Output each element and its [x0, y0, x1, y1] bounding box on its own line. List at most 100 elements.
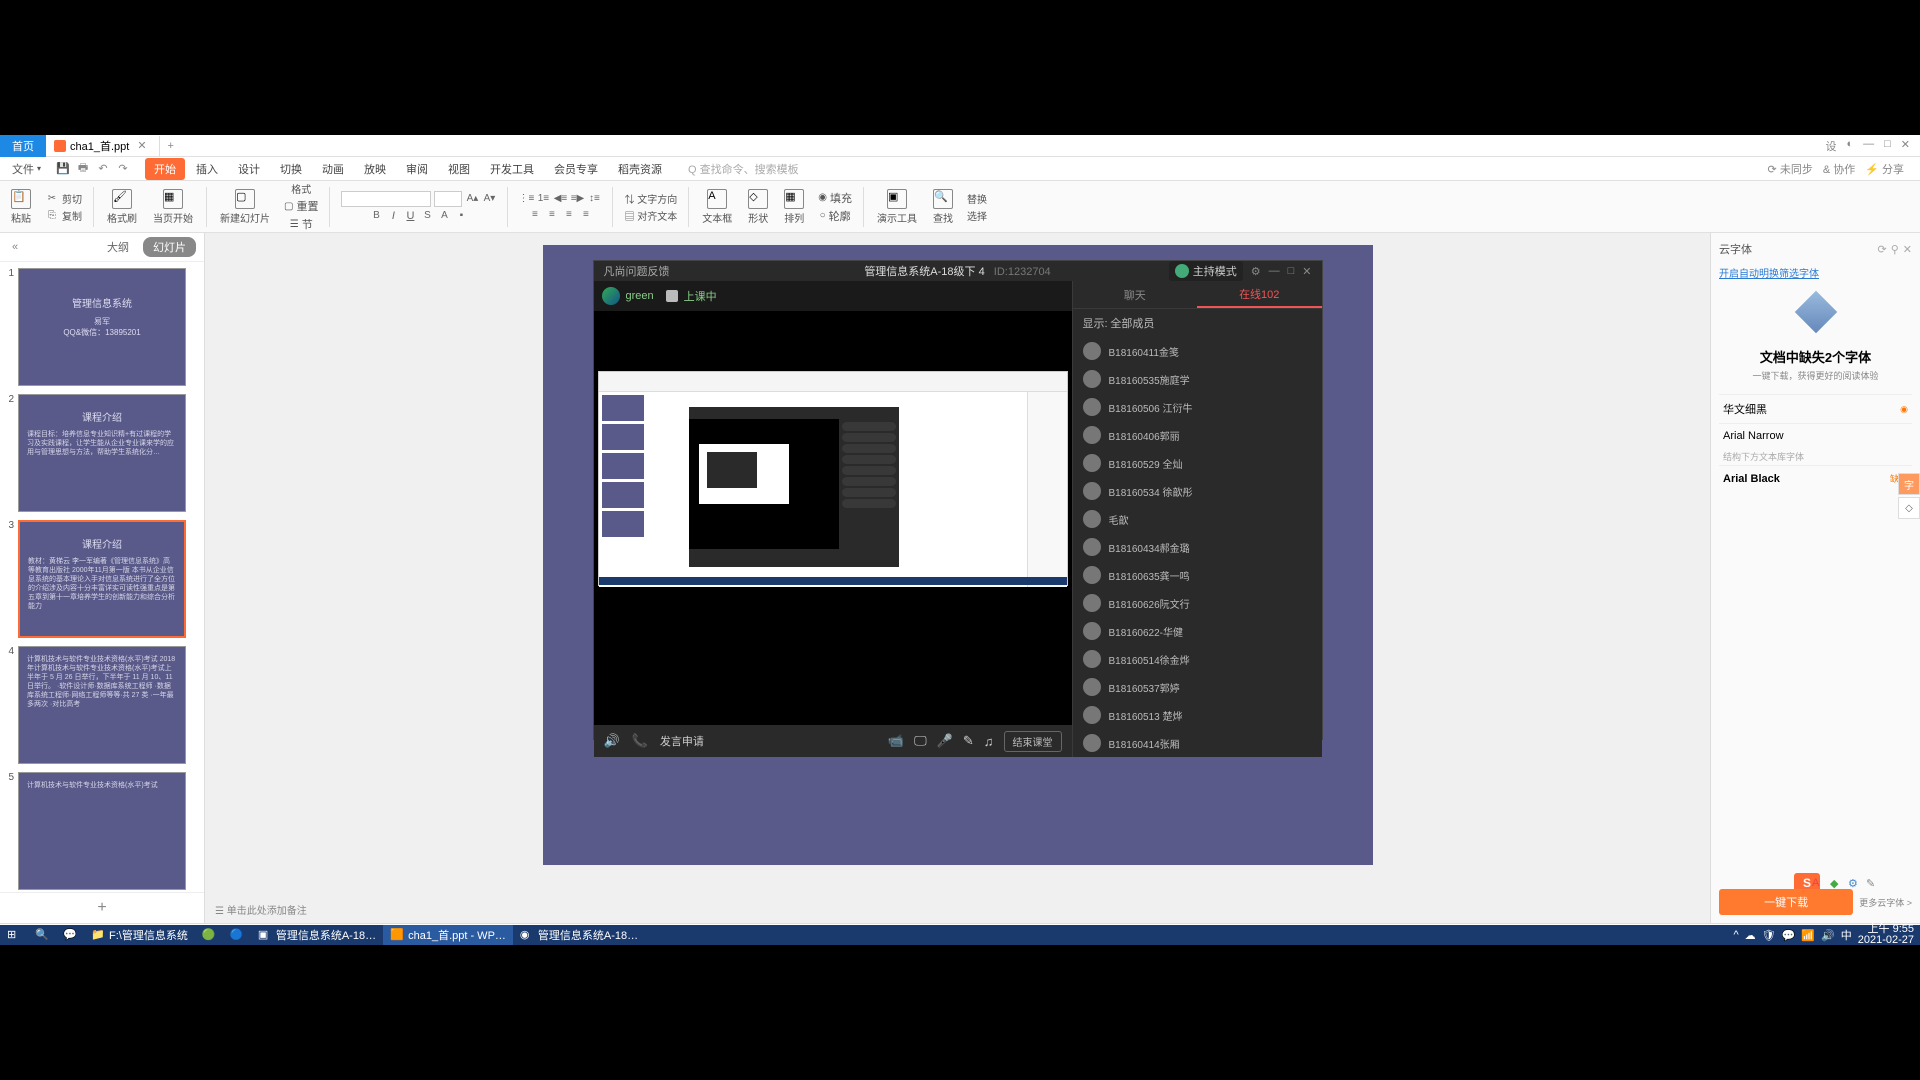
align-left-icon[interactable]: ≡ [528, 208, 542, 222]
settings-icon[interactable]: 设 [1825, 138, 1836, 154]
close-tab-icon[interactable]: ✕ [133, 139, 150, 152]
line-space-icon[interactable]: ↕≡ [587, 192, 601, 206]
menu-tab-会员专享[interactable]: 会员专享 [545, 158, 607, 180]
close-panel-icon[interactable]: ✕ [1903, 243, 1912, 256]
menu-tab-动画[interactable]: 动画 [313, 158, 353, 180]
coop-button[interactable]: & 协作 [1823, 161, 1855, 177]
minimize-icon[interactable]: — [1863, 138, 1874, 154]
replace-button[interactable]: 替换 [967, 191, 987, 206]
menu-tab-插入[interactable]: 插入 [187, 158, 227, 180]
menu-tab-开发工具[interactable]: 开发工具 [481, 158, 543, 180]
copy-icon[interactable]: ⎘ [45, 208, 59, 222]
redo-icon[interactable]: ↷ [115, 161, 131, 177]
paste-button[interactable]: 📋粘贴 [6, 187, 36, 227]
screen-icon[interactable]: 🖵 [914, 733, 927, 749]
justify-icon[interactable]: ≡ [579, 208, 593, 222]
reset-button[interactable]: ▢ 重置 [284, 198, 318, 214]
mic-icon[interactable]: 🎤 [937, 733, 953, 749]
member-item[interactable]: 毛歆 [1073, 505, 1322, 533]
taskbar-item[interactable]: 🔵 [223, 925, 251, 945]
outline-button[interactable]: ○ 轮廓 [820, 208, 851, 224]
member-item[interactable]: B18160622-华健 [1073, 617, 1322, 645]
print-icon[interactable]: 🖶 [75, 161, 91, 177]
tray-chevron-icon[interactable]: ^ [1733, 929, 1738, 941]
slide-thumb[interactable]: 2课程介绍课程目标：培养信息专业知识精+有过课程的学习及实践课程，让学生能从企业… [4, 394, 200, 512]
menu-tab-开始[interactable]: 开始 [145, 158, 185, 180]
music-icon[interactable]: ♫ [984, 734, 994, 749]
taskbar-item[interactable]: ▣管理信息系统A-18… [251, 925, 383, 945]
close-icon[interactable]: ✕ [1901, 138, 1910, 154]
taskbar-item[interactable]: 🟧cha1_首.ppt - WP… [383, 925, 513, 945]
speaker-icon[interactable]: 🔊 [604, 733, 620, 749]
tray-ime-icon[interactable]: 中 [1841, 927, 1852, 943]
member-item[interactable]: B18160411金笺 [1073, 337, 1322, 365]
file-menu[interactable]: 文件 ▾ [6, 159, 47, 179]
member-item[interactable]: B18160635龚一鸣 [1073, 561, 1322, 589]
bold-icon[interactable]: B [369, 209, 383, 223]
tray-wechat-icon[interactable]: 💬 [1782, 929, 1796, 942]
menu-tab-放映[interactable]: 放映 [355, 158, 395, 180]
menu-tab-视图[interactable]: 视图 [439, 158, 479, 180]
video-icon[interactable]: 📹 [888, 733, 904, 749]
search-input[interactable]: Q 查找命令、搜索模板 [688, 161, 799, 177]
taskbar-item[interactable]: 🔍 [28, 925, 56, 945]
slide[interactable]: 凡尚问题反馈 管理信息系统A-18级下 4 ID:1232704 主持模式 ⚙ … [543, 245, 1373, 865]
member-filter[interactable]: 显示: 全部成员 [1073, 309, 1322, 337]
more-fonts-link[interactable]: 更多云字体 > [1859, 896, 1912, 909]
online-tab[interactable]: 在线102 [1197, 281, 1322, 308]
slides-tab[interactable]: 幻灯片 [143, 237, 196, 257]
align-right-icon[interactable]: ≡ [562, 208, 576, 222]
fill-button[interactable]: ◉ 填充 [818, 190, 852, 206]
slide-thumb[interactable]: 3课程介绍教材：黄梯云 李一军编著《管理信息系统》高等教育出版社 2000年11… [4, 520, 200, 638]
tray-net-icon[interactable]: 📶 [1801, 929, 1815, 942]
vtab-font[interactable]: 字 [1898, 473, 1920, 495]
collapse-icon[interactable]: « [8, 241, 22, 253]
home-tab[interactable]: 首页 [0, 135, 46, 157]
undo-icon[interactable]: ↶ [95, 161, 111, 177]
taskbar-item[interactable]: 🟢 [195, 925, 223, 945]
slide-thumb[interactable]: 1管理信息系统易军QQ&微信：13895201 [4, 268, 200, 386]
inc-font-icon[interactable]: A▴ [465, 192, 479, 206]
member-item[interactable]: B18160434郝金璐 [1073, 533, 1322, 561]
phone-icon[interactable]: 📞 [632, 733, 648, 749]
minimize-icon[interactable]: — [1269, 265, 1280, 277]
member-item[interactable]: B18160414张厢 [1073, 729, 1322, 757]
arrange-button[interactable]: ▦排列 [779, 187, 809, 227]
sync-button[interactable]: ⟳ 未同步 [1768, 161, 1813, 177]
dec-font-icon[interactable]: A▾ [482, 192, 496, 206]
taskbar-item[interactable]: ⊞ [0, 925, 28, 945]
add-slide-button[interactable]: + [0, 892, 204, 923]
taskbar-item[interactable]: ◉管理信息系统A-18… [513, 925, 645, 945]
member-item[interactable]: B18160514徐金烨 [1073, 645, 1322, 673]
member-item[interactable]: B18160529 全灿 [1073, 449, 1322, 477]
section-button[interactable]: ☰ 节 [290, 216, 313, 232]
taskbar-item[interactable]: 💬 [56, 925, 84, 945]
textbox-button[interactable]: A文本框 [697, 187, 737, 227]
notes-placeholder[interactable]: ☰ 单击此处添加备注 [215, 902, 307, 917]
strike-icon[interactable]: S [420, 209, 434, 223]
menu-tab-设计[interactable]: 设计 [229, 158, 269, 180]
user-icon[interactable]: ◐ [1846, 138, 1853, 154]
outline-tab[interactable]: 大纲 [101, 237, 135, 257]
layout-button[interactable]: ▦当页开始 [148, 187, 198, 227]
chat-tab[interactable]: 聊天 [1073, 281, 1198, 308]
font-item[interactable]: 华文细黑◉ [1719, 394, 1912, 423]
close-icon[interactable]: ✕ [1302, 265, 1311, 278]
member-item[interactable]: B18160406郭丽 [1073, 421, 1322, 449]
slide-thumb[interactable]: 5计算机技术与软件专业技术资格(水平)考试 [4, 772, 200, 890]
leave-button[interactable]: 结束课堂 [1004, 731, 1062, 752]
menu-tab-切换[interactable]: 切换 [271, 158, 311, 180]
font-item[interactable]: Arial Narrow [1719, 423, 1912, 448]
indent-dec-icon[interactable]: ◀≡ [553, 192, 567, 206]
tray-cloud-icon[interactable]: ☁ [1745, 929, 1756, 942]
indent-inc-icon[interactable]: ≡▶ [570, 192, 584, 206]
menu-tab-审阅[interactable]: 审阅 [397, 158, 437, 180]
member-item[interactable]: B18160534 徐歆彤 [1073, 477, 1322, 505]
italic-icon[interactable]: I [386, 209, 400, 223]
font-size[interactable] [434, 191, 462, 207]
save-icon[interactable]: 💾 [55, 161, 71, 177]
share-button[interactable]: ⚡ 分享 [1865, 161, 1904, 177]
format-painter-button[interactable]: 🖌格式刷 [102, 187, 142, 227]
tray-vol-icon[interactable]: 🔊 [1821, 929, 1835, 942]
document-tab[interactable]: cha1_首.ppt ✕ [46, 136, 160, 156]
